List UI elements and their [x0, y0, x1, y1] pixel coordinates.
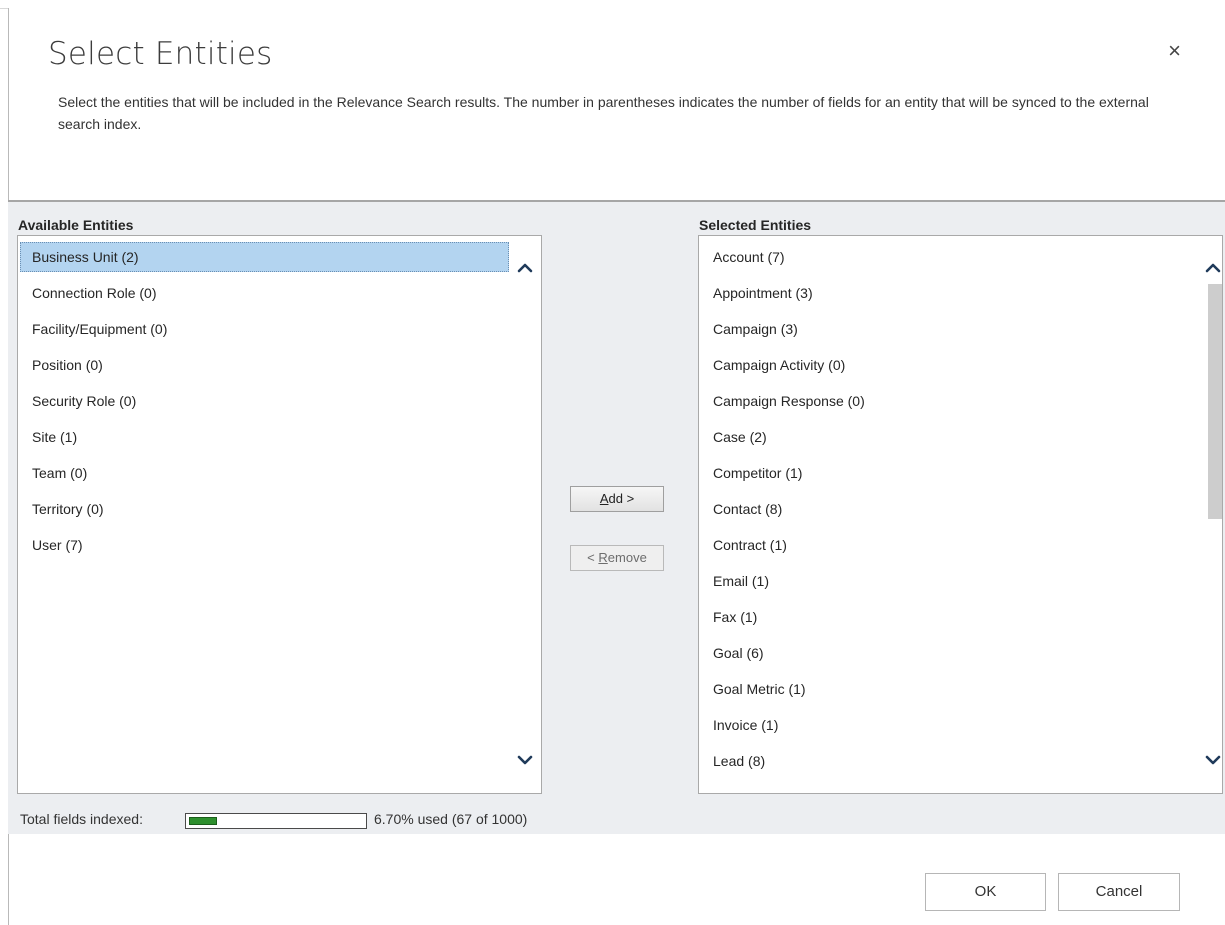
list-item[interactable]: Case (2): [701, 419, 1190, 455]
dialog-title: Select Entities: [48, 36, 273, 72]
list-item[interactable]: Account (7): [701, 239, 1190, 275]
ok-button[interactable]: OK: [925, 873, 1046, 911]
scroll-down-icon[interactable]: [1203, 750, 1222, 770]
list-item[interactable]: Team (0): [20, 455, 509, 491]
list-item[interactable]: Territory (0): [20, 491, 509, 527]
list-item[interactable]: Site (1): [20, 419, 509, 455]
list-item[interactable]: Fax (1): [701, 599, 1190, 635]
list-item[interactable]: Invoice (1): [701, 707, 1190, 743]
selected-entities-list[interactable]: Account (7) Appointment (3) Campaign (3) Ca…: [698, 235, 1223, 794]
list-item[interactable]: Competitor (1): [701, 455, 1190, 491]
scroll-down-icon[interactable]: [515, 750, 535, 770]
list-item[interactable]: Campaign Activity (0): [701, 347, 1190, 383]
list-item[interactable]: Connection Role (0): [20, 275, 509, 311]
list-item[interactable]: Email (1): [701, 563, 1190, 599]
cancel-button[interactable]: Cancel: [1058, 873, 1180, 911]
remove-button[interactable]: < Remove: [570, 545, 664, 571]
available-entities-list[interactable]: Business Unit (2) Connection Role (0) Faci…: [17, 235, 542, 794]
scroll-up-icon[interactable]: [515, 258, 535, 278]
list-item[interactable]: Business Unit (2): [20, 242, 509, 272]
list-item[interactable]: Campaign (3): [701, 311, 1190, 347]
scrollbar-thumb[interactable]: [1208, 284, 1222, 519]
list-item[interactable]: Facility/Equipment (0): [20, 311, 509, 347]
list-item[interactable]: Lead (8): [701, 743, 1190, 779]
list-item[interactable]: Contract (1): [701, 527, 1190, 563]
list-item[interactable]: Appointment (3): [701, 275, 1190, 311]
index-usage-bar: [185, 813, 367, 829]
list-item[interactable]: Position (0): [20, 347, 509, 383]
list-item[interactable]: Contact (8): [701, 491, 1190, 527]
available-entities-label: Available Entities: [18, 217, 134, 233]
add-button[interactable]: Add >: [570, 486, 664, 512]
close-icon[interactable]: ×: [1168, 40, 1181, 62]
total-fields-label: Total fields indexed:: [20, 811, 143, 827]
index-usage-fill: [189, 817, 217, 825]
scroll-up-icon[interactable]: [1203, 258, 1222, 278]
list-item[interactable]: Security Role (0): [20, 383, 509, 419]
index-usage-text: 6.70% used (67 of 1000): [374, 811, 528, 827]
list-item[interactable]: Goal (6): [701, 635, 1190, 671]
list-item[interactable]: User (7): [20, 527, 509, 563]
selected-entities-label: Selected Entities: [699, 217, 812, 233]
dialog-description: Select the entities that will be include…: [58, 94, 1149, 132]
list-item[interactable]: Goal Metric (1): [701, 671, 1190, 707]
list-item[interactable]: Campaign Response (0): [701, 383, 1190, 419]
